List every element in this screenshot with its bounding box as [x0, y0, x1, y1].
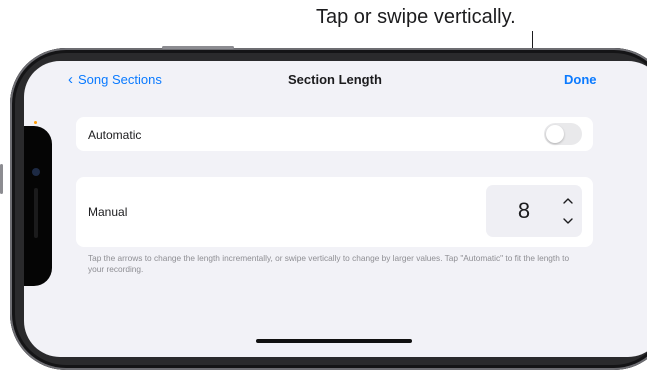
toggle-knob — [546, 125, 564, 143]
chevron-down-icon[interactable] — [558, 213, 578, 229]
manual-label: Manual — [88, 205, 128, 219]
speaker-grille — [34, 188, 38, 238]
side-button — [162, 46, 234, 49]
app-screen: ‹ Song Sections Section Length Done Auto… — [24, 61, 647, 357]
callout-text: Tap or swipe vertically. — [316, 6, 516, 28]
sensor-notch — [24, 126, 52, 286]
camera-icon — [32, 168, 40, 176]
done-button[interactable]: Done — [564, 72, 597, 87]
back-button[interactable]: ‹ Song Sections — [68, 72, 162, 87]
automatic-row: Automatic — [76, 117, 593, 151]
chevron-left-icon: ‹ — [68, 71, 73, 88]
stepper-value: 8 — [517, 198, 531, 223]
page-title: Section Length — [288, 72, 382, 87]
side-button — [0, 164, 3, 194]
chevron-up-icon[interactable] — [558, 193, 578, 209]
privacy-indicator — [34, 121, 37, 124]
automatic-label: Automatic — [88, 128, 142, 142]
automatic-toggle[interactable] — [544, 123, 582, 145]
back-label: Song Sections — [78, 72, 162, 87]
help-text: Tap the arrows to change the length incr… — [88, 253, 570, 274]
home-indicator[interactable] — [256, 339, 412, 343]
length-stepper[interactable]: 8 — [486, 185, 582, 237]
manual-row: Manual 8 — [76, 177, 593, 247]
